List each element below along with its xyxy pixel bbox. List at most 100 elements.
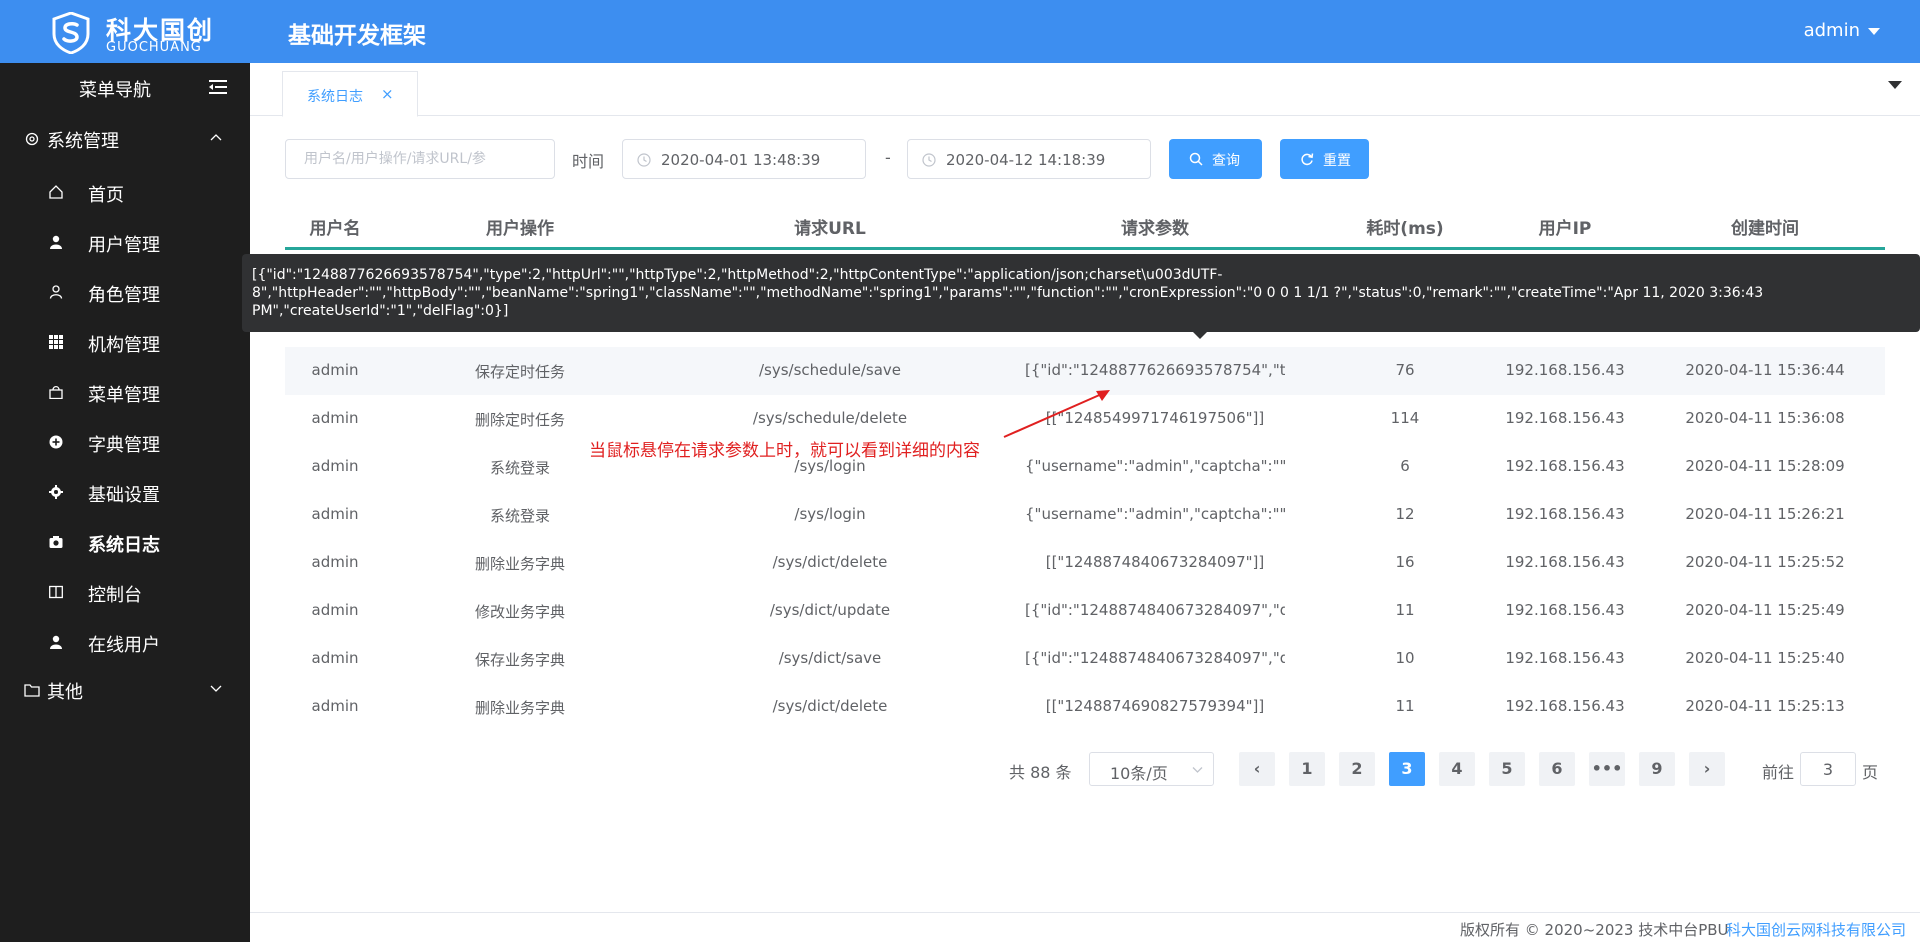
annotation-arrow-icon: [1003, 390, 1110, 438]
table-row[interactable]: admin 系统登录/sys/login {"username":"admin","…: [285, 443, 1885, 491]
sidebar-item-online-users[interactable]: 在线用户: [0, 617, 250, 667]
cell-username: admin: [311, 361, 359, 379]
user-icon: [50, 635, 62, 649]
sidebar-item-label: 字典管理: [88, 435, 160, 456]
table-row[interactable]: admin 修改业务字典/sys/dict/update [{"id":"12488…: [285, 587, 1885, 635]
column-header-params: 请求参数: [1121, 219, 1189, 239]
logo[interactable]: 科大国创 GUOCHUANG: [50, 10, 250, 55]
cell-operation: 系统登录: [489, 507, 550, 525]
column-header-ip: 用户IP: [1538, 219, 1592, 239]
sidebar: 菜单导航 系统管理 首页 用户管理 角色管理 机构管理 菜单管理 字典管理 基础…: [0, 63, 250, 942]
cell-username: admin: [311, 553, 359, 571]
sidebar-item-menu-management[interactable]: 菜单管理: [0, 367, 250, 417]
table-row[interactable]: admin 删除业务字典/sys/dict/delete [["1248874840…: [285, 539, 1885, 587]
cell-params[interactable]: [["1248874840673284097"]]: [1025, 553, 1285, 571]
page-size-value: 10条/页: [1110, 764, 1168, 783]
cell-params[interactable]: [{"id":"1248874840673284097","dictTyp...: [1025, 649, 1285, 667]
cell-params[interactable]: [{"id":"1248877626693578754","type":2,..…: [1025, 361, 1285, 379]
menu-group-label: 其他: [47, 682, 83, 703]
cog-icon: [49, 485, 63, 499]
menu-group-other[interactable]: 其他: [0, 665, 250, 715]
table-row[interactable]: admin 删除业务字典/sys/dict/delete [["1248874690…: [285, 683, 1885, 731]
sidebar-item-console[interactable]: 控制台: [0, 567, 250, 617]
more-pages-button[interactable]: •••: [1589, 752, 1625, 786]
sidebar-item-system-log[interactable]: 系统日志: [0, 517, 250, 567]
page-button-4[interactable]: 4: [1439, 752, 1475, 786]
page-button-2[interactable]: 2: [1339, 752, 1375, 786]
cell-duration: 114: [1390, 409, 1420, 427]
table-row[interactable]: admin 保存业务字典/sys/dict/save [{"id":"1248874…: [285, 635, 1885, 683]
sidebar-item-label: 用户管理: [88, 235, 160, 256]
cell-operation: 删除业务字典: [474, 555, 565, 573]
cell-ip: 192.168.156.43: [1505, 361, 1625, 379]
sidebar-item-org-management[interactable]: 机构管理: [0, 317, 250, 367]
cell-operation: 删除定时任务: [474, 411, 565, 429]
sidebar-item-label: 基础设置: [88, 485, 160, 506]
cell-created: 2020-04-11 15:25:40: [1685, 649, 1845, 667]
refresh-icon: [1301, 153, 1314, 166]
search-input[interactable]: [285, 139, 555, 179]
tabs-dropdown-icon[interactable]: [1888, 81, 1902, 89]
cell-created: 2020-04-11 15:36:08: [1685, 409, 1845, 427]
column-header-username: 用户名: [309, 219, 361, 239]
user-menu[interactable]: admin: [1804, 20, 1880, 41]
query-button[interactable]: 查询: [1169, 139, 1262, 179]
sidebar-title: 菜单导航: [79, 80, 151, 101]
tooltip-line: PM","createUserId":"1","delFlag":0}]: [252, 303, 509, 319]
menu-group-system[interactable]: 系统管理: [0, 114, 250, 164]
page-size-select[interactable]: 10条/页: [1089, 752, 1214, 786]
cell-ip: 192.168.156.43: [1505, 553, 1625, 571]
page-button-3[interactable]: 3: [1389, 752, 1425, 786]
chevron-up-icon: [210, 134, 222, 141]
table-row[interactable]: admin 系统登录/sys/login {"username":"admin","…: [285, 491, 1885, 539]
cell-created: 2020-04-11 15:25:52: [1685, 553, 1845, 571]
sidebar-item-basic-settings[interactable]: 基础设置: [0, 467, 250, 517]
chevron-down-icon: [1192, 767, 1203, 773]
book-icon: [49, 585, 63, 599]
cell-url: /sys/dict/delete: [772, 697, 888, 715]
folder-icon: [24, 684, 40, 697]
cell-duration: 10: [1395, 649, 1415, 667]
menu-group-label: 系统管理: [47, 131, 119, 152]
cell-params[interactable]: {"username":"admin","captcha":"","uuid..…: [1025, 505, 1285, 523]
cell-username: admin: [311, 649, 359, 667]
prev-page-button[interactable]: ‹: [1239, 752, 1275, 786]
footer-company-link[interactable]: 科大国创云网科技有限公司: [1726, 919, 1906, 940]
page-button-5[interactable]: 5: [1489, 752, 1525, 786]
cell-params[interactable]: [["1248874690827579394"]]: [1025, 697, 1285, 715]
start-date-value: 2020-04-01 13:48:39: [661, 151, 821, 169]
cell-created: 2020-04-11 15:25:13: [1685, 697, 1845, 715]
goto-label: 前往: [1762, 763, 1795, 782]
cell-operation: 保存定时任务: [474, 363, 565, 381]
time-label: 时间: [572, 152, 605, 171]
close-icon[interactable]: ×: [381, 85, 394, 103]
page-button-6[interactable]: 6: [1539, 752, 1575, 786]
goto-page-input[interactable]: [1800, 752, 1856, 786]
page-button-1[interactable]: 1: [1289, 752, 1325, 786]
next-page-button[interactable]: ›: [1689, 752, 1725, 786]
start-date-picker[interactable]: 2020-04-01 13:48:39: [622, 139, 866, 179]
cell-params[interactable]: [{"id":"1248874840673284097","dictTyp...: [1025, 601, 1285, 619]
sidebar-item-user-management[interactable]: 用户管理: [0, 217, 250, 267]
tab-system-log[interactable]: 系统日志 ×: [282, 71, 418, 117]
menu-collapse-icon[interactable]: [209, 79, 227, 95]
reset-button[interactable]: 重置: [1280, 139, 1369, 179]
column-header-url: 请求URL: [794, 219, 866, 239]
cell-username: admin: [311, 505, 359, 523]
page-button-9[interactable]: 9: [1639, 752, 1675, 786]
cell-duration: 11: [1395, 601, 1415, 619]
tooltip-line: 8","httpHeader":"","httpBody":"","beanNa…: [252, 285, 1764, 301]
gear-icon: [25, 132, 39, 146]
cell-ip: 192.168.156.43: [1505, 409, 1625, 427]
sidebar-item-dict-management[interactable]: 字典管理: [0, 417, 250, 467]
sidebar-item-role-management[interactable]: 角色管理: [0, 267, 250, 317]
sidebar-item-label: 控制台: [88, 585, 142, 606]
sidebar-item-home[interactable]: 首页: [0, 167, 250, 217]
camera-icon: [49, 536, 63, 548]
goto-unit: 页: [1862, 763, 1879, 782]
sidebar-item-label: 角色管理: [88, 285, 160, 306]
cell-params[interactable]: {"username":"admin","captcha":"","uuid..…: [1025, 457, 1285, 475]
end-date-picker[interactable]: 2020-04-12 14:18:39: [907, 139, 1151, 179]
sidebar-item-label: 机构管理: [88, 335, 160, 356]
chevron-down-icon: [210, 685, 222, 692]
